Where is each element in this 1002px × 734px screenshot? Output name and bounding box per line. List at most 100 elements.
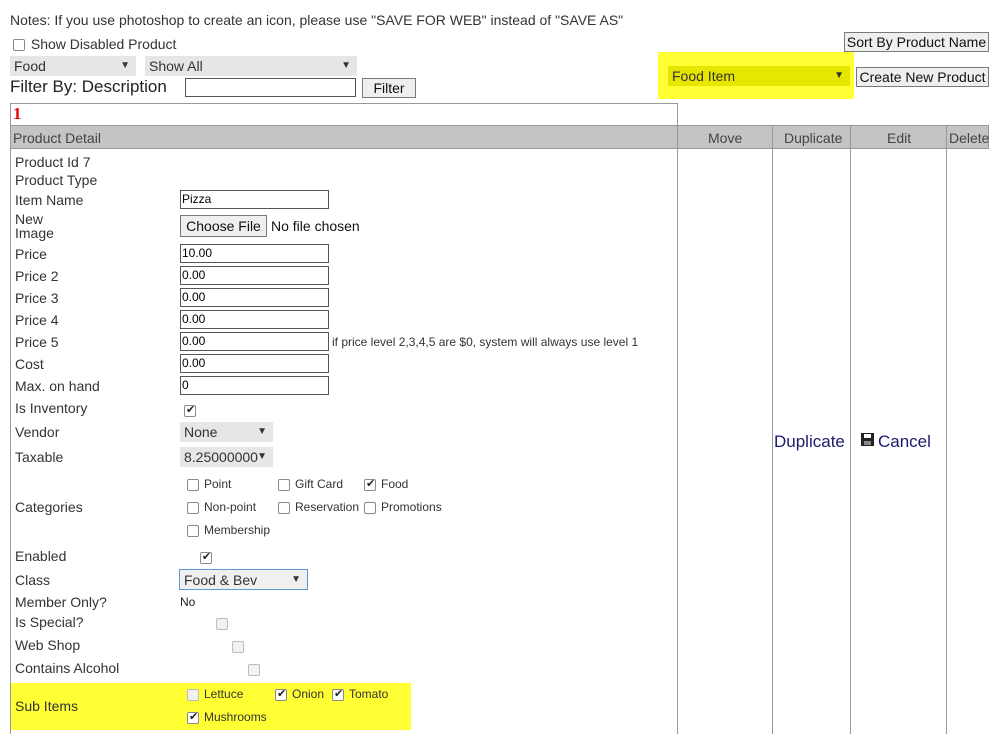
show-disabled-row[interactable]: Show Disabled Product [13,36,176,52]
product-id: Product Id 7 [15,154,91,170]
price3-label: Price 3 [15,290,59,306]
table-header: Product Detail Move Duplicate Edit Delet… [10,125,989,149]
checkbox[interactable] [187,478,199,491]
item-name-label: Item Name [15,192,84,208]
header-product-detail: Product Detail [13,130,101,146]
filter-label: Filter By: Description [10,77,167,96]
price2-label: Price 2 [15,268,59,284]
contains-alcohol-checkbox[interactable] [247,664,260,677]
price5-label: Price 5 [15,334,59,350]
sub-item-onion-label: Onion [292,687,325,701]
category-reservation[interactable]: Reservation [278,500,359,514]
sub-item-lettuce[interactable]: Lettuce [187,687,243,701]
item-name-input[interactable]: Pizza [180,190,329,209]
category-non-point[interactable]: Non-point [187,500,256,514]
price2-input[interactable]: 0.00 [180,266,329,285]
sub-item-onion[interactable]: Onion [275,687,324,701]
checkbox[interactable] [187,688,199,701]
class-select[interactable]: Food & Bev ▼ [179,569,308,590]
checkbox[interactable] [275,687,287,701]
show-disabled-checkbox[interactable] [13,39,25,52]
sub-items-label: Sub Items [15,698,79,714]
product-type-select-value: Food Item [672,68,736,84]
new-image-label-line2: Image [15,225,54,241]
price-label: Price [15,246,47,262]
web-shop-label: Web Shop [15,637,81,653]
column-divider [677,125,678,734]
new-image-label: New Image [15,212,54,240]
is-special-checkbox[interactable] [215,618,228,631]
enabled-checkbox[interactable] [199,550,212,565]
price5-input[interactable]: 0.00 [180,332,329,351]
price3-input[interactable]: 0.00 [180,288,329,307]
checkbox[interactable] [332,687,344,701]
duplicate-link[interactable]: Duplicate [774,432,845,452]
category-promotions-label: Promotions [381,500,442,514]
choose-file-button[interactable]: Choose File [180,215,267,237]
product-type-select[interactable]: Food Item ▼ [668,66,850,86]
sort-by-name-button[interactable]: Sort By Product Name [844,32,989,52]
is-inventory-checkbox[interactable] [184,403,196,418]
notes-text: Notes: If you use photoshop to create an… [10,12,624,28]
checkbox[interactable] [187,710,199,724]
category-food[interactable]: Food [364,477,408,491]
column-divider [946,125,947,734]
show-select[interactable]: Show All ▼ [145,56,357,76]
chevron-down-icon: ▼ [291,574,301,585]
member-only-label: Member Only? [15,594,107,610]
category-gift-card[interactable]: Gift Card [278,477,343,491]
filter-input[interactable] [185,78,356,97]
row-number-cell [10,103,678,126]
chevron-down-icon: ▼ [257,426,267,437]
cost-label: Cost [15,356,44,372]
vendor-select[interactable]: None ▼ [180,422,273,442]
category-membership-label: Membership [204,523,271,537]
column-divider [10,125,11,734]
enabled-label: Enabled [15,548,67,564]
create-new-product-button[interactable]: Create New Product [856,67,989,87]
filter-button[interactable]: Filter [362,78,416,98]
categories-label: Categories [15,499,83,515]
vendor-label: Vendor [15,424,60,440]
taxable-select[interactable]: 8.25000000 ▼ [180,447,273,467]
checkbox[interactable] [364,477,376,491]
checkbox[interactable] [278,478,290,491]
column-divider [772,125,773,734]
checkbox[interactable] [187,501,199,514]
category-promotions[interactable]: Promotions [364,500,442,514]
show-disabled-label: Show Disabled Product [30,36,177,52]
category-membership[interactable]: Membership [187,523,270,537]
sub-item-mushrooms[interactable]: Mushrooms [187,710,267,724]
vendor-select-value: None [184,424,218,440]
price4-input[interactable]: 0.00 [180,310,329,329]
checkbox[interactable] [278,501,290,514]
category-point[interactable]: Point [187,477,231,491]
row-number: 1 [13,104,22,123]
checkbox[interactable] [187,524,199,537]
header-delete: Delete [949,130,990,146]
save-icon[interactable] [861,433,874,446]
category-reservation-label: Reservation [295,500,360,514]
sub-item-tomato[interactable]: Tomato [332,687,388,701]
category-gift-card-label: Gift Card [295,477,344,491]
chevron-down-icon: ▼ [341,60,351,71]
cost-input[interactable]: 0.00 [180,354,329,373]
price-note: if price level 2,3,4,5 are $0, system wi… [332,335,639,349]
cancel-link[interactable]: Cancel [878,432,931,451]
web-shop-checkbox[interactable] [231,641,244,654]
price-input[interactable]: 10.00 [180,244,329,263]
no-file-text: No file chosen [271,218,360,234]
category-non-point-label: Non-point [204,500,257,514]
class-select-value: Food & Bev [184,572,258,588]
member-only-value: No [180,595,196,609]
cancel-action[interactable]: Cancel [861,432,931,452]
class-label: Class [15,572,51,588]
chevron-down-icon: ▼ [120,60,130,71]
category-select[interactable]: Food ▼ [10,56,136,76]
chevron-down-icon: ▼ [257,451,267,462]
new-image-label-line1: New [15,211,44,227]
contains-alcohol-label: Contains Alcohol [15,660,120,676]
max-on-hand-input[interactable]: 0 [180,376,329,395]
checkbox[interactable] [364,501,376,514]
category-select-value: Food [14,58,46,74]
